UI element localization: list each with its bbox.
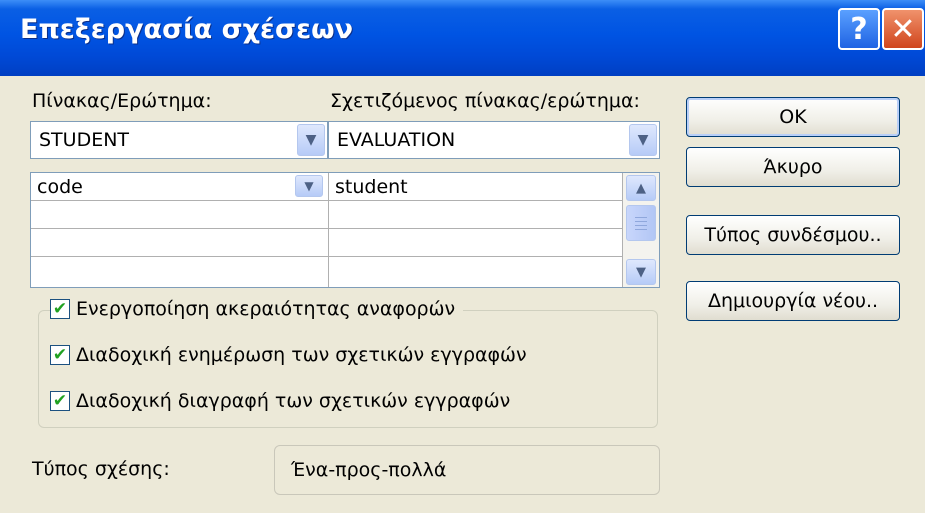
help-icon: ?	[850, 11, 868, 47]
table-select-value: STUDENT	[39, 129, 130, 151]
scroll-down-button[interactable]: ▼	[626, 259, 656, 285]
table-select[interactable]: STUDENT ▼	[30, 121, 328, 159]
enforce-integrity-label: Ενεργοποίηση ακεραιότητας αναφορών	[76, 298, 456, 320]
close-icon: ✕	[890, 11, 916, 47]
cascade-update-label: Διαδοχική ενημέρωση των σχετικών εγγραφώ…	[76, 344, 527, 366]
close-button[interactable]: ✕	[882, 8, 924, 50]
enforce-integrity-checkbox[interactable]: ✔ Ενεργοποίηση ακεραιότητας αναφορών	[50, 298, 464, 320]
arrow-down-icon: ▼	[636, 264, 646, 280]
cascade-delete-checkbox[interactable]: ✔ Διαδοχική διαγραφή των σχετικών εγγραφ…	[50, 390, 519, 412]
scroll-thumb[interactable]	[626, 205, 656, 241]
relationship-type-label: Τύπος σχέσης:	[32, 458, 170, 480]
relationship-type-display: Ένα-προς-πολλά	[274, 445, 660, 495]
table-field-value: code	[37, 176, 83, 198]
related-field-cell[interactable]	[329, 257, 623, 287]
grid-scrollbar[interactable]: ▲ ▼	[623, 173, 659, 287]
table-field-cell[interactable]	[31, 201, 329, 229]
related-field-value: student	[335, 176, 408, 198]
related-field-cell[interactable]: student	[329, 173, 623, 201]
table-field-cell[interactable]	[31, 257, 329, 287]
related-table-select[interactable]: EVALUATION ▼	[328, 121, 660, 159]
title-bar[interactable]: Επεξεργασία σχέσεων ? ✕	[0, 0, 925, 76]
relationship-type-value: Ένα-προς-πολλά	[291, 459, 447, 481]
check-icon[interactable]: ✔	[50, 299, 70, 319]
scroll-up-button[interactable]: ▲	[626, 175, 656, 201]
chevron-down-icon[interactable]: ▼	[295, 175, 323, 197]
create-new-button[interactable]: Δημιουργία νέου..	[686, 281, 900, 321]
table-field-cell[interactable]	[31, 229, 329, 257]
window-title: Επεξεργασία σχέσεων	[20, 14, 353, 45]
related-field-cell[interactable]	[329, 201, 623, 229]
related-field-cell[interactable]	[329, 229, 623, 257]
field-mapping-grid: code ▼ student ▲ ▼	[30, 172, 660, 288]
join-type-button[interactable]: Τύπος συνδέσμου..	[686, 215, 900, 255]
cascade-delete-label: Διαδοχική διαγραφή των σχετικών εγγραφών	[76, 390, 511, 412]
table-label: Πίνακας/Ερώτημα:	[32, 90, 212, 112]
chevron-down-icon[interactable]: ▼	[629, 124, 657, 156]
cancel-button[interactable]: Άκυρο	[686, 147, 900, 187]
related-table-select-value: EVALUATION	[337, 129, 456, 151]
table-field-cell[interactable]: code ▼	[31, 173, 329, 201]
ok-button[interactable]: OK	[686, 97, 900, 137]
check-icon[interactable]: ✔	[50, 391, 70, 411]
edit-relationships-dialog: Επεξεργασία σχέσεων ? ✕ Πίνακας/Ερώτημα:…	[0, 0, 925, 513]
cascade-update-checkbox[interactable]: ✔ Διαδοχική ενημέρωση των σχετικών εγγρα…	[50, 344, 535, 366]
help-button[interactable]: ?	[838, 8, 880, 50]
check-icon[interactable]: ✔	[50, 345, 70, 365]
arrow-up-icon: ▲	[636, 180, 646, 196]
related-table-label: Σχετιζόμενος πίνακας/ερώτημα:	[330, 90, 640, 112]
chevron-down-icon[interactable]: ▼	[297, 124, 325, 156]
